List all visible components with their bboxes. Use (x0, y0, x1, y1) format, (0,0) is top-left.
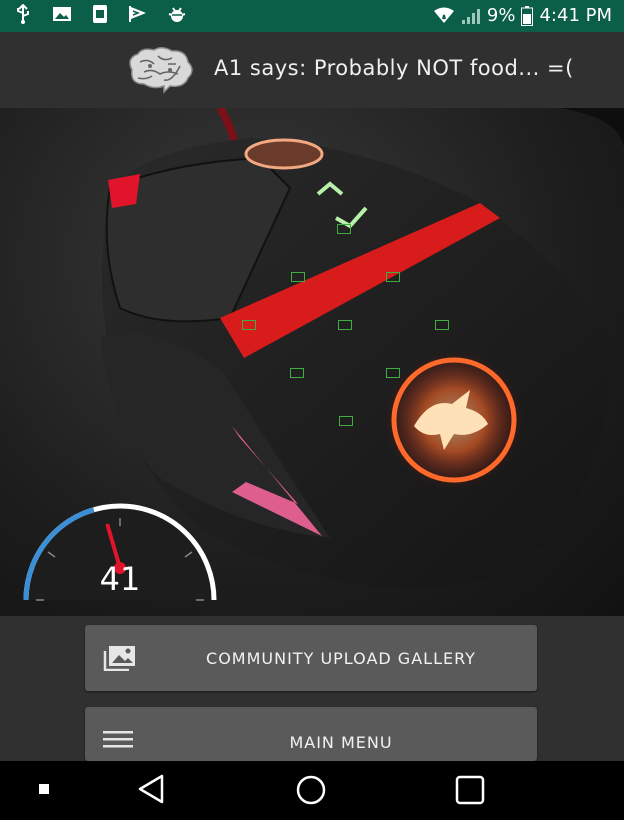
gallery-button-label: COMMUNITY UPLOAD GALLERY (206, 649, 476, 668)
detection-box (242, 320, 256, 330)
detection-box (291, 272, 305, 282)
brain-icon (124, 46, 196, 98)
signal-icon (461, 8, 481, 24)
flag-icon (128, 5, 148, 23)
battery-icon (521, 5, 534, 26)
overview-icon[interactable] (455, 775, 485, 805)
battery-percent: 9% (486, 5, 516, 26)
detection-box (435, 320, 449, 330)
gallery-icon (103, 645, 137, 675)
recents-dot-icon[interactable] (38, 783, 50, 795)
detection-box (337, 224, 351, 234)
detection-box (386, 272, 400, 282)
detection-box (386, 368, 400, 378)
detection-box (338, 320, 352, 330)
sim-icon (92, 4, 108, 24)
ai-message: A1 says: Probably NOT food... =( (214, 56, 574, 80)
home-icon[interactable] (295, 774, 327, 806)
main-menu-button[interactable]: MAIN MENU (85, 707, 537, 761)
clock: 4:41 PM (539, 5, 612, 26)
bug-icon (168, 5, 186, 23)
detection-box (339, 416, 353, 426)
wifi-icon (433, 7, 455, 25)
community-upload-gallery-button[interactable]: COMMUNITY UPLOAD GALLERY (85, 625, 537, 691)
gauge-value: 41 (99, 560, 141, 598)
usb-icon (14, 4, 32, 24)
hamburger-icon (103, 729, 133, 753)
back-icon[interactable] (136, 773, 166, 805)
detection-box (290, 368, 304, 378)
main-menu-label: MAIN MENU (289, 733, 393, 752)
navigation-bar (0, 761, 624, 820)
image-icon (52, 5, 72, 23)
status-bar: 9% 4:41 PM (0, 0, 624, 32)
header: A1 says: Probably NOT food... =( (0, 32, 624, 108)
camera-preview[interactable]: 41 (0, 108, 624, 616)
